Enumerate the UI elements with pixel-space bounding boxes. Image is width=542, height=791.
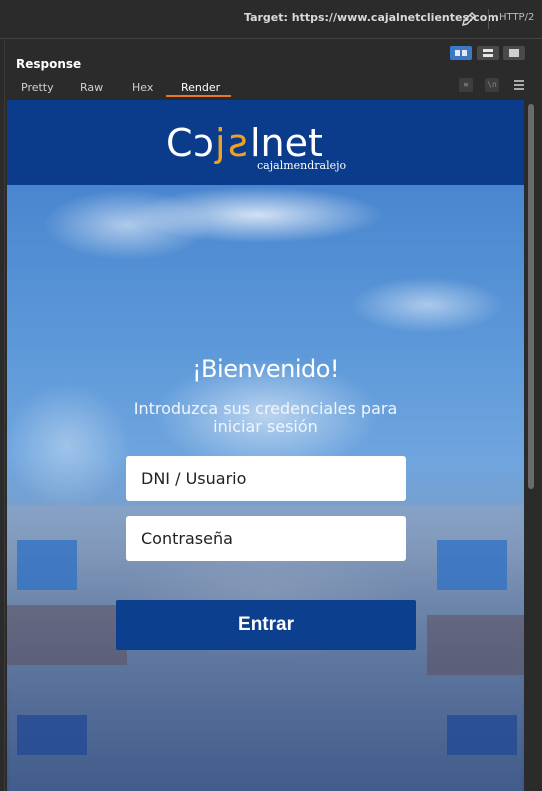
tab-hex[interactable]: Hex bbox=[132, 81, 153, 94]
password-input[interactable] bbox=[126, 516, 406, 561]
active-tab-indicator bbox=[166, 95, 231, 97]
tab-render[interactable]: Render bbox=[181, 81, 220, 94]
svg-text:ɔ: ɔ bbox=[193, 121, 214, 165]
divider bbox=[488, 9, 489, 29]
layout-split-vertical-icon[interactable] bbox=[450, 46, 472, 60]
window-shape bbox=[437, 540, 507, 590]
window-shape bbox=[447, 715, 517, 755]
login-button[interactable]: Entrar bbox=[116, 600, 416, 650]
scroll-thumb[interactable] bbox=[528, 104, 534, 489]
svg-text:ƨ: ƨ bbox=[228, 121, 248, 165]
svg-text:j: j bbox=[214, 121, 226, 165]
tab-raw[interactable]: Raw bbox=[80, 81, 103, 94]
logo-text: C bbox=[166, 121, 193, 165]
target-bar: Target: https://www.cajalnetclientes.com… bbox=[0, 0, 542, 38]
welcome-heading: ¡Bienvenido! bbox=[191, 355, 340, 383]
cajalnet-logo[interactable]: C ɔ j ƨ lnet cajalmendralejo bbox=[162, 112, 362, 174]
building-shape bbox=[7, 605, 127, 665]
login-subtitle: Introduzca sus credenciales para iniciar… bbox=[133, 399, 398, 436]
layout-split-horizontal-icon[interactable] bbox=[477, 46, 499, 60]
show-newlines-icon[interactable]: \n bbox=[485, 78, 499, 92]
protocol-label[interactable]: HTTP/2 bbox=[499, 12, 534, 23]
site-header: C ɔ j ƨ lnet cajalmendralejo bbox=[7, 100, 524, 185]
user-input[interactable] bbox=[126, 456, 406, 501]
word-wrap-icon[interactable]: ≡ bbox=[459, 78, 473, 92]
logo-tagline: cajalmendralejo bbox=[257, 159, 347, 172]
building-shape bbox=[427, 615, 524, 675]
divider bbox=[0, 38, 542, 39]
edit-target-icon[interactable] bbox=[460, 10, 478, 28]
tab-pretty[interactable]: Pretty bbox=[21, 81, 54, 94]
render-view: C ɔ j ƨ lnet cajalmendralejo bbox=[7, 100, 524, 791]
layout-single-icon[interactable] bbox=[503, 46, 525, 60]
scrollbar[interactable] bbox=[524, 100, 538, 791]
panel-title: Response bbox=[16, 57, 82, 71]
window-shape bbox=[17, 540, 77, 590]
menu-icon[interactable] bbox=[514, 80, 524, 90]
window-shape bbox=[17, 715, 87, 755]
